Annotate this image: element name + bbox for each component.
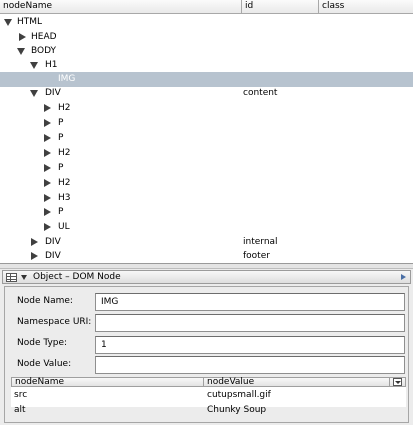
- tree-row[interactable]: H2: [0, 146, 413, 161]
- tree-row[interactable]: UL: [0, 220, 413, 235]
- attribute-name: src: [14, 390, 28, 400]
- attributes-header: nodeName nodeValue: [11, 377, 406, 387]
- collapsed-triangle-icon[interactable]: [30, 235, 40, 250]
- tree-row[interactable]: BODY: [0, 44, 413, 59]
- collapsed-triangle-icon[interactable]: [43, 205, 53, 220]
- node-name: IMG: [58, 74, 76, 84]
- collapsed-triangle-icon[interactable]: [18, 30, 28, 45]
- attribute-row[interactable]: alt Chunky Soup: [11, 403, 406, 418]
- node-name: P: [58, 163, 64, 173]
- node-value-label: Node Value:: [17, 359, 72, 369]
- node-name: DIV: [45, 237, 61, 247]
- dropdown-arrow-icon[interactable]: [21, 275, 27, 280]
- inspector-title: Object – DOM Node: [33, 272, 121, 282]
- dom-node-form: Node Name: IMG Namespace URI: Node Type:…: [4, 286, 409, 423]
- node-name: H2: [58, 103, 71, 113]
- inspector-panel: Object – DOM Node Node Name: IMG Namespa…: [0, 269, 413, 425]
- expanded-triangle-icon[interactable]: [4, 15, 14, 30]
- node-name: P: [58, 118, 64, 128]
- column-header-class[interactable]: class: [319, 0, 413, 14]
- tree-row[interactable]: H3: [0, 191, 413, 206]
- tree-row[interactable]: DIV footer: [0, 249, 413, 264]
- node-id: internal: [243, 237, 278, 247]
- node-name: H2: [58, 148, 71, 158]
- node-name: P: [58, 207, 64, 217]
- tree-row[interactable]: H2: [0, 101, 413, 116]
- node-name: H2: [58, 178, 71, 188]
- node-name: DIV: [45, 251, 61, 261]
- inspector-header: Object – DOM Node: [2, 270, 411, 284]
- node-name: H1: [45, 60, 58, 70]
- column-header-nodevalue[interactable]: nodeValue: [204, 377, 390, 387]
- attributes-table: nodeName nodeValue src cutupsmall.gif al…: [11, 377, 406, 415]
- collapsed-triangle-icon[interactable]: [43, 146, 53, 161]
- dom-tree-panel: nodeName id class HTML HEAD BODY H1 IMG …: [0, 0, 413, 263]
- tree-row[interactable]: P: [0, 205, 413, 220]
- collapsed-triangle-icon[interactable]: [43, 220, 53, 235]
- collapsed-triangle-icon[interactable]: [43, 176, 53, 191]
- node-type-label: Node Type:: [17, 338, 68, 348]
- tree-row[interactable]: DIV internal: [0, 235, 413, 250]
- collapsed-triangle-icon[interactable]: [43, 191, 53, 206]
- next-arrow-icon[interactable]: [401, 274, 406, 280]
- tree-row[interactable]: P: [0, 161, 413, 176]
- node-id: content: [243, 88, 278, 98]
- node-name: UL: [58, 222, 70, 232]
- tree-row-selected[interactable]: IMG: [0, 72, 413, 87]
- expanded-triangle-icon[interactable]: [30, 86, 40, 101]
- node-name: HEAD: [31, 32, 57, 42]
- tree-row[interactable]: H1: [0, 58, 413, 73]
- node-name-label: Node Name:: [17, 296, 73, 306]
- node-name: DIV: [45, 88, 61, 98]
- column-chooser-icon[interactable]: [393, 378, 402, 386]
- attribute-name: alt: [14, 405, 26, 415]
- namespace-uri-label: Namespace URI:: [17, 317, 92, 327]
- object-view-icon[interactable]: [6, 273, 17, 282]
- attribute-row[interactable]: src cutupsmall.gif: [11, 388, 406, 403]
- tree-row[interactable]: DIV content: [0, 86, 413, 101]
- node-name: HTML: [17, 17, 43, 27]
- node-name-field[interactable]: IMG: [95, 293, 405, 311]
- expanded-triangle-icon[interactable]: [17, 44, 27, 59]
- node-id: footer: [243, 251, 270, 261]
- tree-row[interactable]: H2: [0, 176, 413, 191]
- tree-row[interactable]: P: [0, 116, 413, 131]
- node-name: H3: [58, 193, 71, 203]
- column-header-nodename[interactable]: nodeName: [0, 0, 242, 14]
- node-name: BODY: [31, 46, 57, 56]
- expanded-triangle-icon[interactable]: [30, 58, 40, 73]
- collapsed-triangle-icon[interactable]: [43, 101, 53, 116]
- node-type-field[interactable]: 1: [95, 336, 405, 354]
- collapsed-triangle-icon[interactable]: [30, 249, 40, 264]
- column-header-id[interactable]: id: [242, 0, 319, 14]
- node-name: P: [58, 133, 64, 143]
- column-header-nodename[interactable]: nodeName: [12, 377, 204, 387]
- attribute-value: cutupsmall.gif: [207, 390, 271, 400]
- tree-row[interactable]: HTML: [0, 15, 413, 30]
- tree-row[interactable]: P: [0, 131, 413, 146]
- attribute-value: Chunky Soup: [207, 405, 267, 415]
- collapsed-triangle-icon[interactable]: [43, 131, 53, 146]
- tree-header: nodeName id class: [0, 0, 413, 14]
- node-value-field[interactable]: [95, 356, 405, 374]
- namespace-uri-field[interactable]: [95, 314, 405, 332]
- tree-row[interactable]: HEAD: [0, 30, 413, 45]
- collapsed-triangle-icon[interactable]: [43, 116, 53, 131]
- collapsed-triangle-icon[interactable]: [43, 161, 53, 176]
